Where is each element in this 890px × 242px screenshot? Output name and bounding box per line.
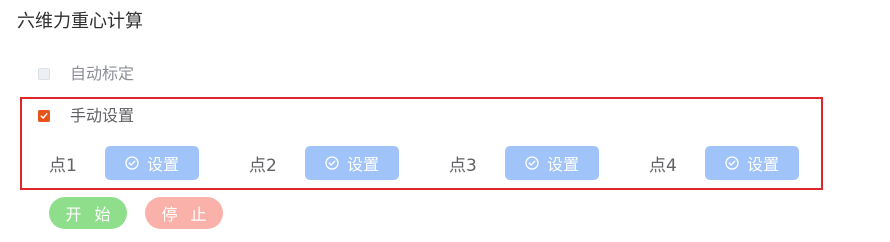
point-2-set-button[interactable]: 设置 bbox=[305, 146, 399, 180]
point-2-group: 点2 设置 bbox=[249, 146, 399, 180]
manual-setting-option[interactable]: 手动设置 bbox=[38, 106, 134, 126]
point-3-set-button-label: 设置 bbox=[546, 155, 579, 174]
check-circle-icon bbox=[525, 156, 539, 170]
point-1-group: 点1 设置 bbox=[49, 146, 199, 180]
start-button[interactable]: 开 始 bbox=[49, 197, 127, 229]
point-3-label: 点3 bbox=[449, 155, 477, 176]
page-title: 六维力重心计算 bbox=[17, 11, 143, 32]
check-circle-icon bbox=[325, 156, 339, 170]
point-2-label: 点2 bbox=[249, 155, 277, 176]
point-4-set-button[interactable]: 设置 bbox=[705, 146, 799, 180]
auto-calibration-checkbox[interactable] bbox=[38, 68, 50, 80]
check-circle-icon bbox=[725, 156, 739, 170]
auto-calibration-option[interactable]: 自动标定 bbox=[38, 64, 134, 84]
checkmark-icon bbox=[40, 113, 48, 119]
point-4-set-button-label: 设置 bbox=[746, 155, 779, 174]
point-1-set-button-label: 设置 bbox=[146, 155, 179, 174]
point-1-set-button[interactable]: 设置 bbox=[105, 146, 199, 180]
point-3-set-button[interactable]: 设置 bbox=[505, 146, 599, 180]
auto-calibration-label: 自动标定 bbox=[70, 64, 135, 83]
point-4-group: 点4 设置 bbox=[649, 146, 799, 180]
manual-setting-checkbox[interactable] bbox=[38, 110, 50, 122]
point-2-set-button-label: 设置 bbox=[346, 155, 379, 174]
stop-button[interactable]: 停 止 bbox=[145, 197, 223, 229]
check-circle-icon bbox=[125, 156, 139, 170]
point-3-group: 点3 设置 bbox=[449, 146, 599, 180]
point-1-label: 点1 bbox=[49, 155, 77, 176]
manual-setting-label: 手动设置 bbox=[70, 106, 135, 125]
point-4-label: 点4 bbox=[649, 155, 677, 176]
